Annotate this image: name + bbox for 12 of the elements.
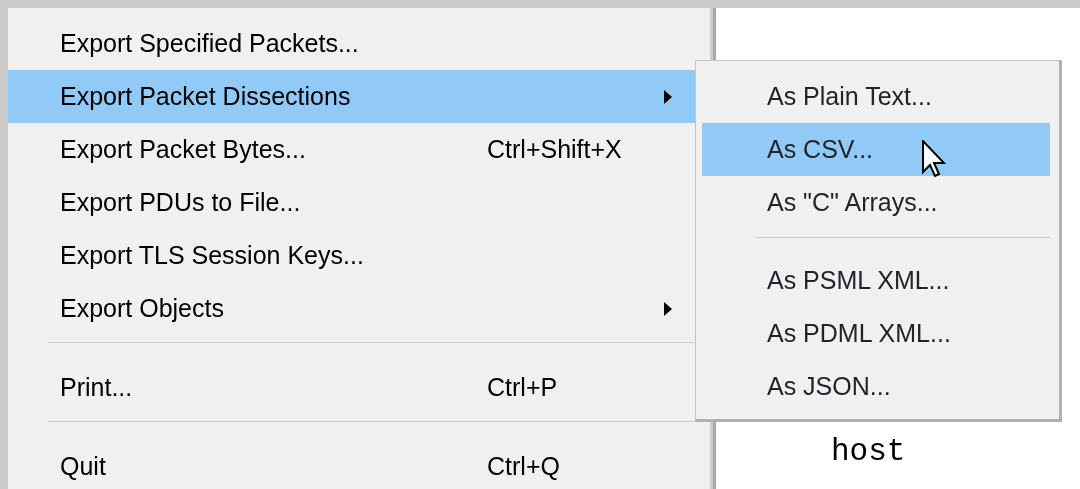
submenu-arrow-icon	[664, 301, 672, 316]
mouse-pointer-icon	[922, 140, 946, 178]
menu-item[interactable]: Export Specified Packets...	[8, 17, 710, 70]
shortcut-text: Ctrl+Shift+X	[487, 133, 622, 165]
submenu-item[interactable]: As CSV...	[702, 123, 1050, 176]
menu-item[interactable]: Quit Ctrl+Q	[8, 440, 710, 489]
shortcut-text: Ctrl+P	[487, 371, 558, 403]
shortcut-text: Ctrl+Q	[487, 450, 560, 482]
submenu-arrow-icon	[664, 89, 672, 104]
submenu-item[interactable]: As JSON...	[702, 360, 1050, 413]
text-line: host	[831, 433, 907, 471]
submenu-item[interactable]: As "C" Arrays...	[702, 176, 1050, 229]
